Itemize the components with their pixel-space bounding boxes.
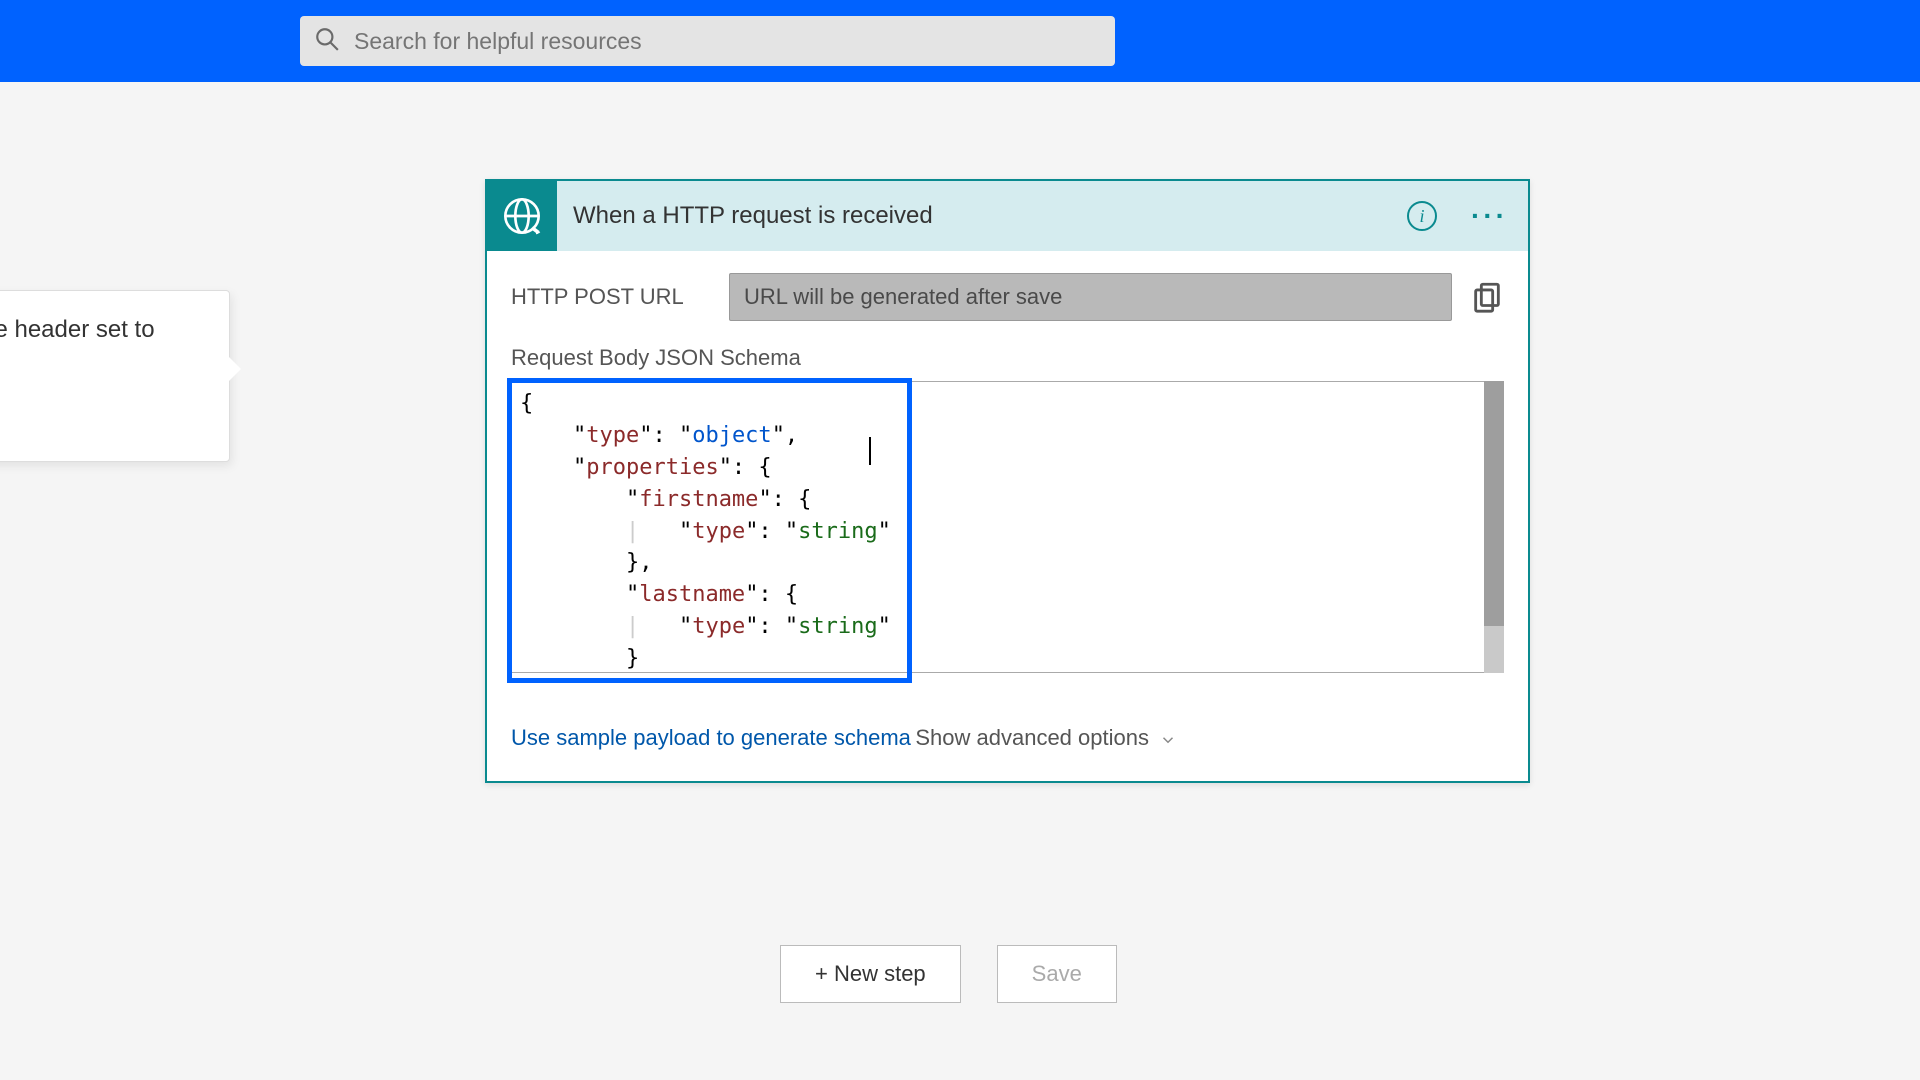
- show-advanced-options[interactable]: Show advanced options: [915, 725, 1177, 751]
- new-step-button[interactable]: + New step: [780, 945, 961, 1003]
- card-header[interactable]: When a HTTP request is received i ···: [487, 181, 1528, 251]
- schema-label: Request Body JSON Schema: [511, 345, 1504, 371]
- card-title: When a HTTP request is received: [573, 202, 1391, 230]
- text-cursor: [869, 437, 871, 465]
- save-button[interactable]: Save: [997, 945, 1117, 1003]
- http-post-url-field: URL will be generated after save: [729, 273, 1452, 321]
- search-icon: [314, 26, 340, 57]
- copy-url-button[interactable]: [1470, 280, 1504, 314]
- chevron-down-icon: [1159, 729, 1177, 747]
- use-sample-payload-link[interactable]: Use sample payload to generate schema: [511, 725, 911, 751]
- hint-tooltip: ude a Content-Type header set to your re…: [0, 290, 230, 462]
- top-bar: [0, 0, 1920, 82]
- footer-actions: + New step Save: [780, 945, 1117, 1003]
- schema-scrollbar[interactable]: [1484, 381, 1504, 673]
- json-schema-editor[interactable]: { "type": "object", "properties": { "fir…: [511, 381, 1504, 673]
- info-icon[interactable]: i: [1407, 201, 1437, 231]
- search-input[interactable]: [354, 28, 1101, 55]
- trigger-card: When a HTTP request is received i ··· HT…: [485, 179, 1530, 783]
- more-menu-icon[interactable]: ···: [1471, 200, 1508, 232]
- card-body: HTTP POST URL URL will be generated afte…: [487, 251, 1528, 781]
- http-trigger-icon: [487, 181, 557, 251]
- tooltip-text: ude a Content-Type header set to your re…: [0, 313, 203, 383]
- global-search[interactable]: [300, 16, 1115, 66]
- url-label: HTTP POST URL: [511, 284, 711, 310]
